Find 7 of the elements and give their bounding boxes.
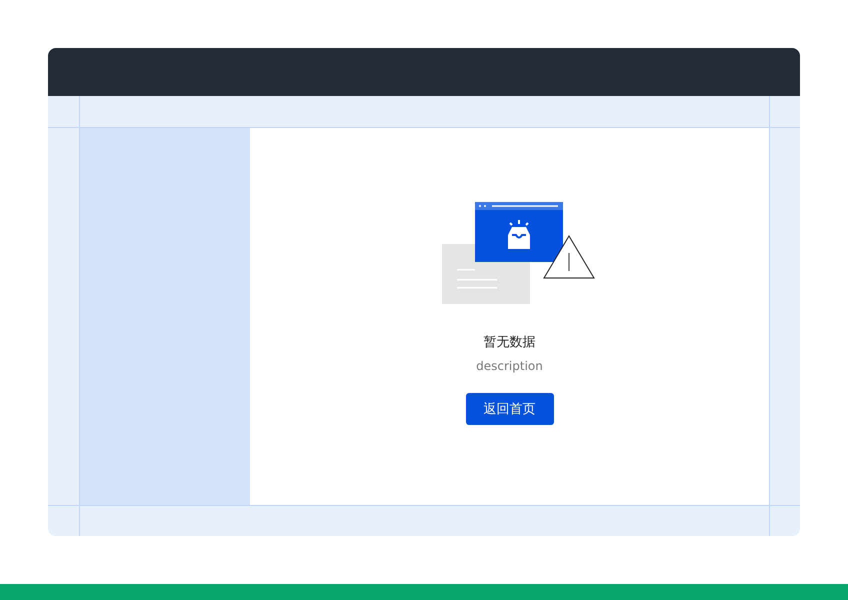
empty-description: description bbox=[476, 359, 543, 373]
layout-cell bbox=[48, 506, 79, 536]
layout-cell bbox=[770, 506, 800, 536]
empty-title: 暂无数据 bbox=[484, 334, 536, 351]
layout-cell bbox=[48, 96, 79, 127]
back-home-button[interactable]: 返回首页 bbox=[466, 393, 554, 425]
layout-cell bbox=[770, 96, 800, 127]
